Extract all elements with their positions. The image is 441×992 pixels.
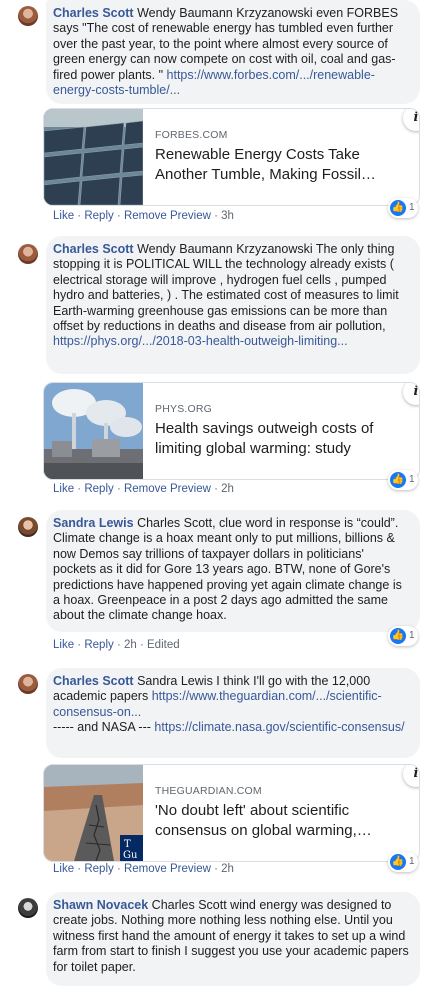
- comment-actions: Like · Reply · Remove Preview · 3h: [53, 210, 234, 222]
- info-icon[interactable]: i: [403, 109, 419, 131]
- comment-actions: Like · Reply · Remove Preview · 2h: [53, 483, 234, 495]
- comment-author[interactable]: Charles Scott: [53, 6, 134, 20]
- comment-bubble: Charles Scott Wendy Baumann Krzyzanowski…: [46, 236, 420, 374]
- comment-author[interactable]: Sandra Lewis: [53, 516, 134, 530]
- reaction-count[interactable]: 👍 1: [388, 198, 418, 218]
- like-button[interactable]: Like: [53, 483, 74, 495]
- comment-author[interactable]: Charles Scott: [53, 242, 134, 256]
- comment-text-continued: ----- and NASA ---: [53, 720, 151, 735]
- comment-author[interactable]: Shawn Novacek: [53, 898, 148, 912]
- timestamp[interactable]: 2h: [124, 639, 137, 651]
- preview-domain: FORBES.COM: [155, 129, 228, 141]
- timestamp[interactable]: 2h: [221, 863, 234, 875]
- info-icon[interactable]: i: [403, 765, 419, 787]
- reaction-count[interactable]: 👍 1: [388, 470, 418, 490]
- like-icon: 👍: [390, 854, 406, 870]
- timestamp[interactable]: 2h: [221, 483, 234, 495]
- avatar[interactable]: [18, 6, 38, 26]
- like-icon: 👍: [390, 472, 406, 488]
- info-icon[interactable]: i: [403, 383, 419, 405]
- comment-bubble: Charles Scott Sandra Lewis I think I'll …: [46, 668, 420, 758]
- like-icon: 👍: [390, 628, 406, 644]
- preview-title[interactable]: Renewable Energy Costs Take Another Tumb…: [155, 145, 395, 185]
- preview-title[interactable]: Health savings outweigh costs of limitin…: [155, 419, 395, 459]
- comment-text: Charles Scott, clue word in response is …: [53, 516, 402, 623]
- comment-link[interactable]: https://climate.nasa.gov/scientific-cons…: [154, 720, 404, 734]
- remove-preview-button[interactable]: Remove Preview: [124, 210, 211, 222]
- svg-text:T: T: [124, 839, 131, 850]
- solar-panels-image: [44, 109, 143, 205]
- link-preview-card[interactable]: T Gu THEGUARDIAN.COM 'No doubt left' abo…: [43, 764, 420, 862]
- comment-bubble: Shawn Novacek Charles Scott wind energy …: [46, 892, 420, 986]
- like-button[interactable]: Like: [53, 863, 74, 875]
- link-preview-card[interactable]: FORBES.COM Renewable Energy Costs Take A…: [43, 108, 420, 206]
- reply-button[interactable]: Reply: [84, 210, 113, 222]
- comment-author[interactable]: Charles Scott: [53, 674, 134, 688]
- reaction-count[interactable]: 👍 1: [388, 852, 418, 872]
- like-button[interactable]: Like: [53, 210, 74, 222]
- cracked-road-image: T Gu: [44, 765, 143, 861]
- comment-link[interactable]: https://phys.org/.../2018-03-health-outw…: [53, 334, 348, 348]
- preview-title[interactable]: 'No doubt left' about scientific consens…: [155, 801, 395, 841]
- avatar[interactable]: [18, 244, 38, 264]
- reply-button[interactable]: Reply: [84, 639, 113, 651]
- industrial-plant-image: [44, 383, 143, 479]
- remove-preview-button[interactable]: Remove Preview: [124, 483, 211, 495]
- avatar[interactable]: [18, 674, 38, 694]
- comment-actions: Like · Reply · Remove Preview · 2h: [53, 863, 234, 875]
- avatar[interactable]: [18, 517, 38, 537]
- comment-actions: Like · Reply · 2h · Edited: [53, 639, 180, 651]
- link-preview-card[interactable]: PHYS.ORG Health savings outweigh costs o…: [43, 382, 420, 480]
- preview-domain: THEGUARDIAN.COM: [155, 785, 262, 797]
- comment-bubble: Sandra Lewis Charles Scott, clue word in…: [46, 510, 420, 632]
- edited-label[interactable]: Edited: [147, 639, 180, 651]
- timestamp[interactable]: 3h: [221, 210, 234, 222]
- reaction-count[interactable]: 👍 1: [388, 626, 418, 646]
- reply-button[interactable]: Reply: [84, 483, 113, 495]
- comment-bubble: Charles Scott Wendy Baumann Krzyzanowski…: [46, 0, 420, 104]
- avatar[interactable]: [18, 898, 38, 918]
- like-button[interactable]: Like: [53, 639, 74, 651]
- svg-text:Gu: Gu: [123, 850, 138, 861]
- reply-button[interactable]: Reply: [84, 863, 113, 875]
- remove-preview-button[interactable]: Remove Preview: [124, 863, 211, 875]
- preview-domain: PHYS.ORG: [155, 403, 213, 415]
- like-icon: 👍: [390, 200, 406, 216]
